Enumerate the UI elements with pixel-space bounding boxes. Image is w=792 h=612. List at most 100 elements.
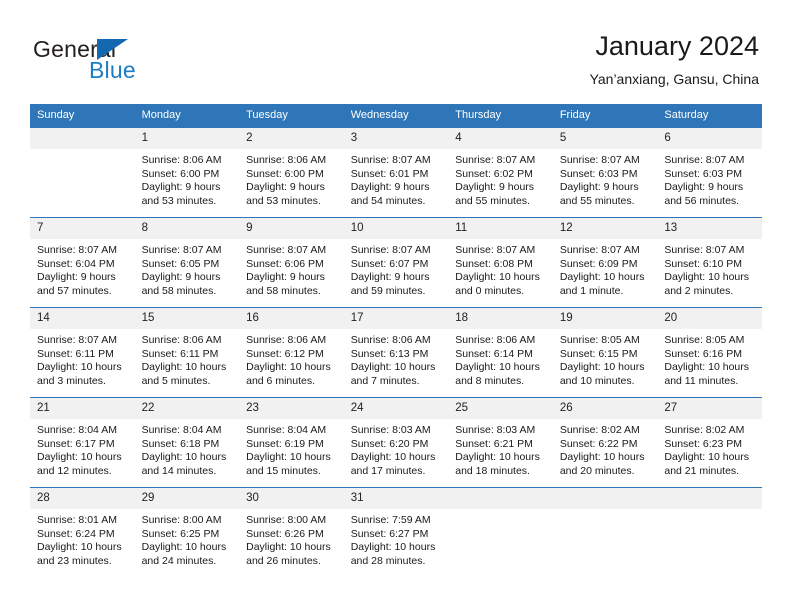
daylight-text-line1: Daylight: 10 hours	[246, 361, 331, 374]
day-cell[interactable]: 28 Sunrise: 8:01 AM Sunset: 6:24 PM Dayl…	[30, 487, 135, 577]
day-cell[interactable]: 16 Sunrise: 8:06 AM Sunset: 6:12 PM Dayl…	[239, 307, 344, 398]
day-number: 27	[657, 398, 762, 419]
day-number: 21	[30, 398, 135, 419]
daylight-text-line1: Daylight: 9 hours	[141, 271, 221, 284]
daylight-text-line1: Daylight: 10 hours	[141, 541, 227, 554]
day-cell[interactable]: 24 Sunrise: 8:03 AM Sunset: 6:20 PM Dayl…	[343, 397, 449, 488]
day-cell[interactable]: 29 Sunrise: 8:00 AM Sunset: 6:25 PM Dayl…	[134, 487, 240, 577]
daylight-text-line1: Daylight: 9 hours	[37, 271, 116, 284]
day-cell[interactable]: 1 Sunrise: 8:06 AM Sunset: 6:00 PM Dayli…	[134, 127, 240, 218]
daylight-text-line1: Daylight: 10 hours	[664, 451, 750, 464]
day-number: 24	[343, 398, 449, 419]
day-details: Sunrise: 8:02 AM Sunset: 6:22 PM Dayligh…	[553, 419, 658, 478]
day-number: 16	[239, 308, 344, 329]
daylight-text-line1: Daylight: 10 hours	[350, 541, 436, 554]
day-cell[interactable]: 31 Sunrise: 7:59 AM Sunset: 6:27 PM Dayl…	[343, 487, 449, 577]
day-number: 2	[239, 128, 344, 149]
day-number: 6	[657, 128, 762, 149]
day-details: Sunrise: 8:06 AM Sunset: 6:14 PM Dayligh…	[448, 329, 553, 388]
day-number: 23	[239, 398, 344, 419]
sunset-text: Sunset: 6:16 PM	[664, 347, 743, 360]
day-cell[interactable]: 10 Sunrise: 8:07 AM Sunset: 6:07 PM Dayl…	[343, 217, 449, 308]
day-details: Sunrise: 8:06 AM Sunset: 6:11 PM Dayligh…	[135, 329, 240, 388]
day-cell[interactable]: 25 Sunrise: 8:03 AM Sunset: 6:21 PM Dayl…	[448, 397, 553, 488]
day-cell[interactable]: 15 Sunrise: 8:06 AM Sunset: 6:11 PM Dayl…	[134, 307, 240, 398]
sunrise-text: Sunrise: 8:03 AM	[455, 424, 536, 436]
day-cell[interactable]: 2 Sunrise: 8:06 AM Sunset: 6:00 PM Dayli…	[239, 127, 344, 218]
daylight-text-line2: and 7 minutes.	[350, 374, 420, 387]
day-cell[interactable]	[657, 487, 762, 577]
daylight-text-line2: and 28 minutes.	[350, 554, 426, 567]
sunrise-text: Sunrise: 8:02 AM	[559, 424, 640, 436]
day-cell[interactable]: 3 Sunrise: 8:07 AM Sunset: 6:01 PM Dayli…	[343, 127, 449, 218]
day-cell[interactable]: 12 Sunrise: 8:07 AM Sunset: 6:09 PM Dayl…	[552, 217, 658, 308]
day-number: 20	[657, 308, 762, 329]
day-cell[interactable]: 6 Sunrise: 8:07 AM Sunset: 6:03 PM Dayli…	[657, 127, 762, 218]
day-cell[interactable]: 13 Sunrise: 8:07 AM Sunset: 6:10 PM Dayl…	[657, 217, 762, 308]
day-number	[30, 128, 135, 149]
day-cell[interactable]: 19 Sunrise: 8:05 AM Sunset: 6:15 PM Dayl…	[552, 307, 658, 398]
daylight-text-line1: Daylight: 9 hours	[350, 271, 430, 284]
day-number: 22	[134, 398, 240, 419]
sunrise-text: Sunrise: 8:07 AM	[664, 154, 745, 166]
daylight-text-line2: and 17 minutes.	[350, 464, 426, 477]
day-cell[interactable]	[448, 487, 553, 577]
general-blue-logo[interactable]: General Blue	[33, 36, 233, 88]
day-cell[interactable]: 8 Sunrise: 8:07 AM Sunset: 6:05 PM Dayli…	[134, 217, 240, 308]
day-number: 4	[448, 128, 553, 149]
day-details: Sunrise: 8:00 AM Sunset: 6:25 PM Dayligh…	[135, 509, 240, 568]
sunrise-text: Sunrise: 8:07 AM	[664, 244, 745, 256]
daylight-text-line2: and 56 minutes.	[664, 194, 740, 207]
day-cell[interactable]	[30, 127, 135, 218]
day-cell[interactable]: 20 Sunrise: 8:05 AM Sunset: 6:16 PM Dayl…	[657, 307, 762, 398]
sunrise-text: Sunrise: 8:07 AM	[141, 244, 222, 256]
weekday-header-saturday: Saturday	[657, 104, 762, 128]
daylight-text-line1: Daylight: 10 hours	[246, 541, 331, 554]
sunset-text: Sunset: 6:25 PM	[141, 527, 220, 540]
day-details: Sunrise: 8:03 AM Sunset: 6:21 PM Dayligh…	[448, 419, 553, 478]
day-number	[657, 488, 762, 509]
sunset-text: Sunset: 6:17 PM	[37, 437, 115, 450]
day-number: 31	[343, 488, 449, 509]
day-details: Sunrise: 8:07 AM Sunset: 6:04 PM Dayligh…	[30, 239, 135, 298]
day-number: 19	[552, 308, 658, 329]
day-details: Sunrise: 8:07 AM Sunset: 6:08 PM Dayligh…	[448, 239, 553, 298]
day-cell[interactable]	[552, 487, 658, 577]
day-cell[interactable]: 18 Sunrise: 8:06 AM Sunset: 6:14 PM Dayl…	[448, 307, 553, 398]
sunrise-text: Sunrise: 8:07 AM	[350, 244, 431, 256]
day-cell[interactable]: 7 Sunrise: 8:07 AM Sunset: 6:04 PM Dayli…	[30, 217, 135, 308]
day-details: Sunrise: 8:07 AM Sunset: 6:07 PM Dayligh…	[344, 239, 449, 298]
day-number	[552, 488, 658, 509]
sunset-text: Sunset: 6:09 PM	[559, 257, 638, 270]
day-cell[interactable]: 17 Sunrise: 8:06 AM Sunset: 6:13 PM Dayl…	[343, 307, 449, 398]
daylight-text-line2: and 24 minutes.	[141, 554, 217, 567]
day-cell[interactable]: 26 Sunrise: 8:02 AM Sunset: 6:22 PM Dayl…	[552, 397, 658, 488]
sunset-text: Sunset: 6:08 PM	[455, 257, 533, 270]
day-cell[interactable]: 14 Sunrise: 8:07 AM Sunset: 6:11 PM Dayl…	[30, 307, 135, 398]
sunrise-text: Sunrise: 8:07 AM	[455, 154, 536, 166]
sunrise-text: Sunrise: 8:06 AM	[246, 154, 327, 166]
day-cell[interactable]: 30 Sunrise: 8:00 AM Sunset: 6:26 PM Dayl…	[239, 487, 344, 577]
day-cell[interactable]: 9 Sunrise: 8:07 AM Sunset: 6:06 PM Dayli…	[239, 217, 344, 308]
day-cell[interactable]: 4 Sunrise: 8:07 AM Sunset: 6:02 PM Dayli…	[448, 127, 553, 218]
day-cell[interactable]: 23 Sunrise: 8:04 AM Sunset: 6:19 PM Dayl…	[239, 397, 344, 488]
sunrise-sunset-calendar: Sunday Monday Tuesday Wednesday Thursday…	[30, 104, 762, 577]
sunrise-text: Sunrise: 8:07 AM	[37, 244, 117, 256]
day-cell[interactable]: 27 Sunrise: 8:02 AM Sunset: 6:23 PM Dayl…	[657, 397, 762, 488]
day-cell[interactable]: 22 Sunrise: 8:04 AM Sunset: 6:18 PM Dayl…	[134, 397, 240, 488]
daylight-text-line1: Daylight: 9 hours	[141, 181, 221, 194]
daylight-text-line2: and 57 minutes.	[37, 284, 112, 297]
week-row: 1 Sunrise: 8:06 AM Sunset: 6:00 PM Dayli…	[30, 127, 762, 218]
day-cell[interactable]: 11 Sunrise: 8:07 AM Sunset: 6:08 PM Dayl…	[448, 217, 553, 308]
daylight-text-line2: and 2 minutes.	[664, 284, 734, 297]
sunset-text: Sunset: 6:00 PM	[141, 167, 220, 180]
sunrise-text: Sunrise: 8:00 AM	[141, 514, 222, 526]
day-details	[553, 509, 658, 514]
day-number: 11	[448, 218, 553, 239]
daylight-text-line1: Daylight: 10 hours	[37, 451, 122, 464]
day-cell[interactable]: 21 Sunrise: 8:04 AM Sunset: 6:17 PM Dayl…	[30, 397, 135, 488]
sunset-text: Sunset: 6:00 PM	[246, 167, 324, 180]
day-cell[interactable]: 5 Sunrise: 8:07 AM Sunset: 6:03 PM Dayli…	[552, 127, 658, 218]
sunset-text: Sunset: 6:02 PM	[455, 167, 533, 180]
sunset-text: Sunset: 6:18 PM	[141, 437, 220, 450]
